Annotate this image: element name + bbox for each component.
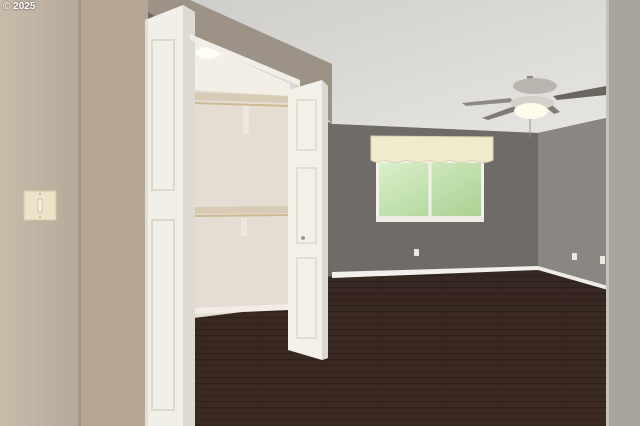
outlet-icon: [600, 256, 605, 264]
right-wall: [538, 118, 606, 290]
outlet-icon: [572, 253, 577, 260]
room-photo: © 2025: [0, 0, 640, 426]
walk-in-closet: [193, 40, 290, 318]
room-scene: [0, 0, 640, 426]
window: [376, 160, 484, 222]
closet-door-left: [145, 5, 195, 426]
right-foreground-wall: [606, 0, 640, 426]
watermark: © 2025: [3, 1, 36, 12]
closet-door-right: [288, 80, 328, 360]
hall-wall: [80, 0, 148, 426]
outlet-icon: [414, 249, 419, 256]
closet-shelf-lower: [194, 206, 288, 214]
window-valance: [370, 135, 494, 163]
switch-plate-icon: [23, 190, 57, 221]
